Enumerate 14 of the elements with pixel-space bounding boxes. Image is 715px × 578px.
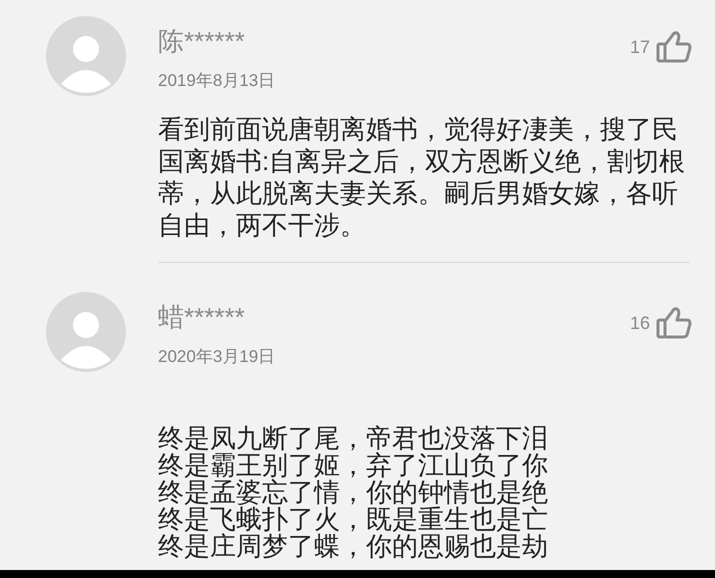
verse-line: 终是霸王别了姬，弃了江山负了你 xyxy=(158,452,548,479)
thumbs-up-icon[interactable] xyxy=(656,306,692,340)
username: 蜡****** xyxy=(158,302,245,332)
like-count: 17 xyxy=(630,36,650,58)
username: 陈****** xyxy=(158,26,245,56)
verse-line: 终是庄周梦了蝶，你的恩赐也是劫 xyxy=(158,533,548,560)
thumbs-up-icon[interactable] xyxy=(656,30,692,64)
comment-date: 2019年8月13日 xyxy=(158,70,276,92)
comment-text: 看到前面说唐朝离婚书，觉得好凄美，搜了民国离婚书:自离异之后，双方恩断义绝，割切根蒂，从此脱离夫妻关系。嗣后男婚女嫁，各听自由，两不干涉。 xyxy=(158,113,686,241)
verse-line: 终是飞蛾扑了火，既是重生也是亡 xyxy=(158,506,548,533)
verse-line: 终是凤九断了尾，帝君也没落下泪 xyxy=(158,425,548,452)
verse-line: 终是孟婆忘了情，你的钟情也是绝 xyxy=(158,479,548,506)
like-count: 16 xyxy=(630,312,650,334)
comment-date: 2020年3月19日 xyxy=(158,346,276,368)
